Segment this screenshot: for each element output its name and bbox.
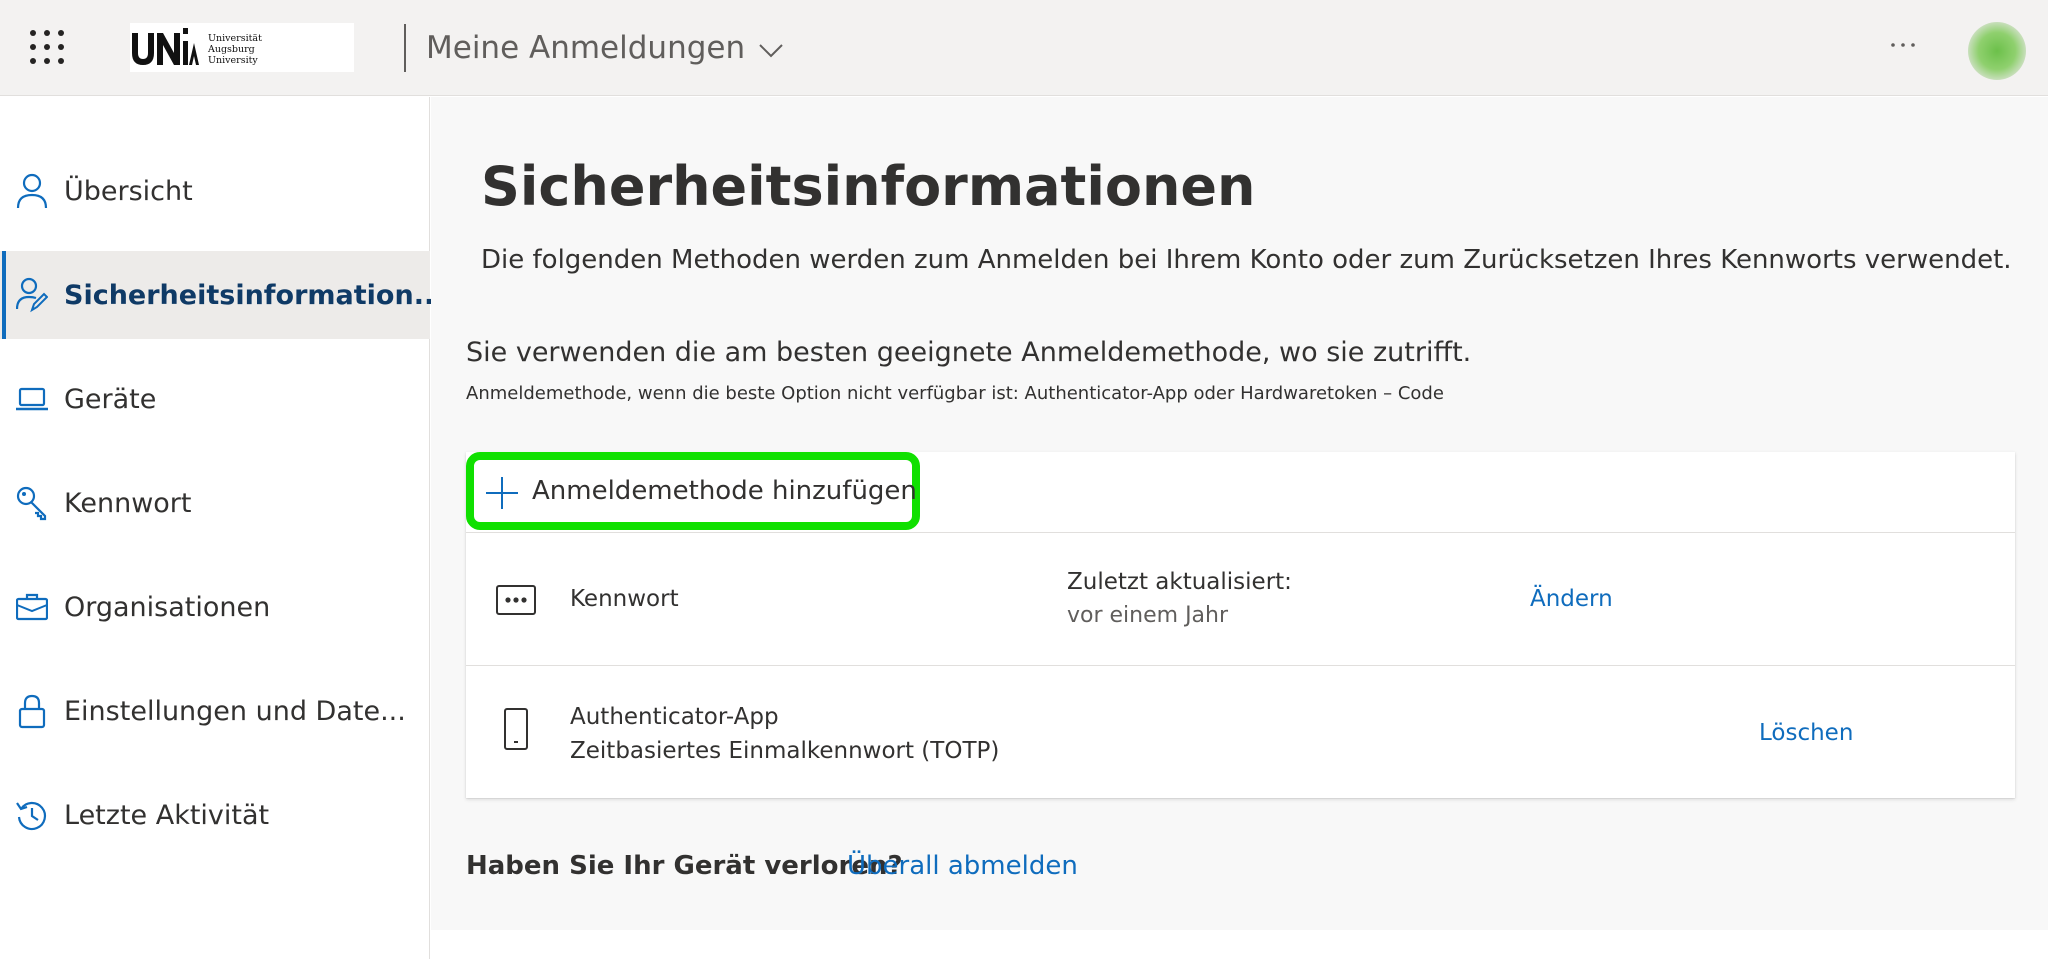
top-header: Universität Augsburg University Meine An…: [0, 0, 2048, 96]
add-method-label: Anmeldemethode hinzufügen: [532, 476, 917, 506]
security-methods-card: Anmeldemethode hinzufügen Kennwort Zulet…: [466, 452, 2015, 798]
user-avatar[interactable]: [1968, 22, 2026, 80]
sidebar-item-organizations[interactable]: Organisationen: [0, 563, 430, 651]
sidebar-item-label: Sicherheitsinformation...: [64, 279, 445, 311]
chevron-down-icon: [759, 44, 783, 58]
lock-icon: [18, 694, 46, 729]
key-icon: [16, 486, 47, 521]
history-icon: [16, 801, 47, 831]
last-updated-value: vor einem Jahr: [1067, 603, 1229, 628]
card-divider: [466, 665, 2015, 666]
ellipsis-icon: [1891, 43, 1915, 47]
page-title: Sicherheitsinformationen: [481, 155, 1256, 218]
default-method-heading: Sie verwenden die am besten geeignete An…: [466, 337, 1472, 368]
laptop-icon: [16, 387, 48, 411]
unia-logo-mark: [132, 28, 199, 65]
app-switcher-title[interactable]: Meine Anmeldungen: [426, 28, 783, 68]
sidebar-item-label: Übersicht: [64, 175, 193, 207]
person-icon: [16, 173, 48, 209]
add-sign-in-method-button[interactable]: Anmeldemethode hinzufügen: [466, 452, 920, 530]
method-name: Kennwort: [570, 586, 679, 612]
lost-device-question: Haben Sie Ihr Gerät verloren?: [466, 851, 903, 881]
main-content: Sicherheitsinformationen Die folgenden M…: [431, 97, 2048, 930]
card-divider: [466, 532, 2015, 533]
sidebar-nav: Übersicht Sicherheitsinformation... Gerä…: [0, 97, 444, 959]
organization-logo: Universität Augsburg University: [130, 23, 354, 72]
sidebar-item-label: Organisationen: [64, 591, 271, 623]
sidebar-item-label: Einstellungen und Date...: [64, 695, 406, 727]
sidebar-item-security-info[interactable]: Sicherheitsinformation...: [0, 251, 444, 339]
method-name: Authenticator-App: [570, 704, 779, 730]
page-description: Die folgenden Methoden werden zum Anmeld…: [481, 245, 2012, 275]
sidebar-item-label: Kennwort: [64, 487, 192, 519]
sidebar-item-label: Letzte Aktivität: [64, 799, 270, 831]
delete-authenticator-link[interactable]: Löschen: [1759, 720, 1853, 746]
default-method-subtext: Anmeldemethode, wenn die beste Option ni…: [466, 383, 1444, 404]
sign-out-everywhere-link[interactable]: Überall abmelden: [847, 851, 1078, 881]
password-dots-icon: [496, 585, 536, 615]
change-password-link[interactable]: Ändern: [1530, 586, 1613, 612]
last-updated-label: Zuletzt aktualisiert:: [1067, 569, 1292, 595]
header-divider: [404, 24, 406, 72]
logo-text: Universität Augsburg University: [208, 33, 262, 66]
person-edit-icon: [16, 277, 48, 313]
method-detail: Zeitbasiertes Einmalkennwort (TOTP): [570, 738, 1000, 764]
briefcase-icon: [16, 593, 48, 621]
sidebar-item-devices[interactable]: Geräte: [0, 355, 430, 443]
sidebar-item-password[interactable]: Kennwort: [0, 459, 430, 547]
phone-icon: [504, 708, 528, 750]
sidebar-item-recent-activity[interactable]: Letzte Aktivität: [0, 771, 430, 859]
sidebar-item-settings-privacy[interactable]: Einstellungen und Date...: [0, 667, 430, 755]
plus-icon: [486, 477, 518, 509]
sidebar-item-overview[interactable]: Übersicht: [0, 147, 430, 235]
app-title-text: Meine Anmeldungen: [426, 30, 746, 66]
sidebar-item-label: Geräte: [64, 383, 157, 415]
more-options-button[interactable]: [1888, 30, 1918, 60]
app-launcher-waffle-icon[interactable]: [30, 30, 64, 64]
